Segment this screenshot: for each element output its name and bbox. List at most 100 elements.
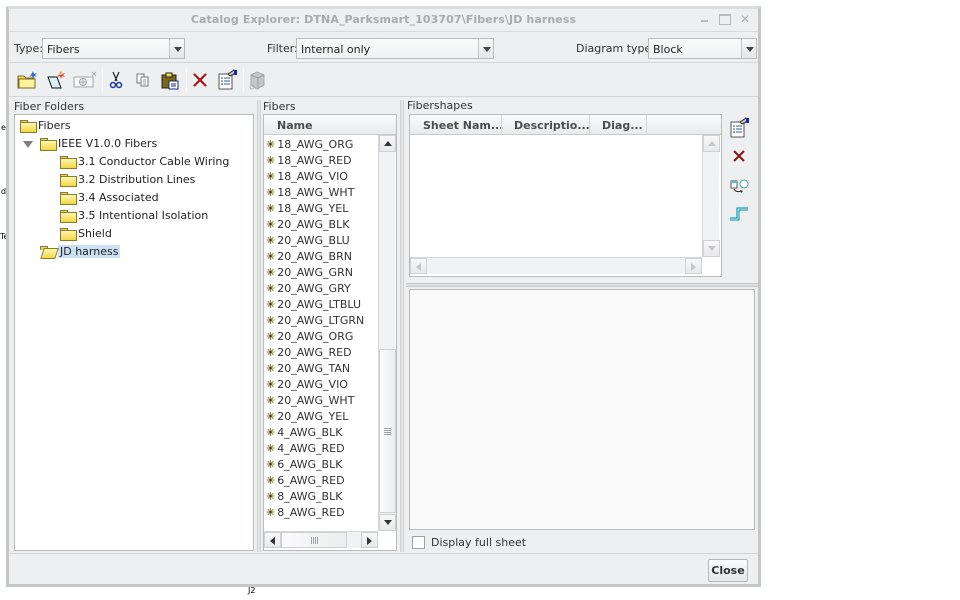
fiber-list-item[interactable]: 4_AWG_BLK xyxy=(266,424,342,440)
tree-item-jd-harness[interactable]: JD harness xyxy=(40,243,121,259)
fiber-star-icon xyxy=(266,154,275,167)
fiber-folders-title: Fiber Folders xyxy=(14,100,85,113)
fiber-list-item[interactable]: 20_AWG_TAN xyxy=(266,360,350,376)
fiber-list-item[interactable]: 20_AWG_BLK xyxy=(266,216,349,232)
tree-item-associated[interactable]: 3.4 Associated xyxy=(60,189,159,205)
window-title: Catalog Explorer: DTNA_Parksmart_103707\… xyxy=(190,13,577,26)
chevron-down-icon[interactable] xyxy=(741,39,756,58)
close-window-button[interactable]: ✕ xyxy=(738,12,752,26)
fibershape-replace-button[interactable] xyxy=(728,175,750,197)
scroll-right-button[interactable] xyxy=(361,532,378,548)
fiber-list-item[interactable]: 20_AWG_LTGRN xyxy=(266,312,364,328)
copy-button[interactable] xyxy=(132,69,154,91)
right-splitter[interactable] xyxy=(406,283,758,287)
open-folder-icon xyxy=(40,245,55,257)
chevron-down-icon[interactable] xyxy=(478,39,493,58)
vertical-scroll-thumb[interactable] xyxy=(379,349,396,513)
fiber-list-item[interactable]: 8_AWG_BLK xyxy=(266,488,342,504)
fiber-name: 20_AWG_LTGRN xyxy=(277,313,365,327)
fiber-list-item[interactable]: 20_AWG_LTBLU xyxy=(266,296,361,312)
fiber-list-item[interactable]: 20_AWG_YEL xyxy=(266,408,348,424)
fiber-list-item[interactable]: 20_AWG_RED xyxy=(266,344,351,360)
fiber-list-item[interactable]: 6_AWG_BLK xyxy=(266,456,342,472)
fiber-name: 20_AWG_WHT xyxy=(277,393,355,407)
paste-button[interactable] xyxy=(159,69,181,91)
chevron-down-icon[interactable] xyxy=(169,39,184,58)
fiber-name: 20_AWG_BRN xyxy=(277,249,352,263)
tree-item-fibers[interactable]: Fibers xyxy=(20,117,71,133)
fiber-star-icon xyxy=(266,186,275,199)
column-separator[interactable] xyxy=(589,115,590,135)
fibershapes-vertical-scrollbar[interactable] xyxy=(702,135,720,257)
new-fiber-button[interactable] xyxy=(45,69,67,91)
fiber-list-item[interactable]: 6_AWG_RED xyxy=(266,472,345,488)
fibershape-properties-button[interactable] xyxy=(728,117,750,139)
tree-item-shield[interactable]: Shield xyxy=(60,225,112,241)
fiber-list-item[interactable]: 18_AWG_ORG xyxy=(266,136,353,152)
column-separator[interactable] xyxy=(646,115,647,135)
properties-button[interactable] xyxy=(216,69,238,91)
display-full-sheet-checkbox[interactable] xyxy=(412,536,425,549)
new-fiber-icon xyxy=(47,71,65,89)
fiber-list-item[interactable]: 18_AWG_VIO xyxy=(266,168,348,184)
scroll-up-button[interactable] xyxy=(703,135,720,152)
fibershapes-table: Sheet Nam... Descriptio... Diag... xyxy=(409,114,722,277)
column-header-diagram[interactable]: Diag... xyxy=(602,119,643,132)
tree-item-ieee-fibers[interactable]: IEEE V1.0.0 Fibers xyxy=(40,135,157,151)
filter-select[interactable]: Internal only xyxy=(296,38,494,59)
scroll-down-button[interactable] xyxy=(379,514,396,531)
minimize-button[interactable] xyxy=(698,12,712,26)
type-select[interactable]: Fibers xyxy=(42,38,185,59)
fiber-list-item[interactable]: 8_AWG_RED xyxy=(266,504,344,520)
delete-button[interactable] xyxy=(189,69,211,91)
close-button[interactable]: Close xyxy=(708,559,748,582)
step-line-icon xyxy=(730,207,748,221)
fiber-list-item[interactable]: 20_AWG_ORG xyxy=(266,328,353,344)
diagram-type-select[interactable]: Block xyxy=(648,38,757,59)
fiber-list-item[interactable]: 20_AWG_BLU xyxy=(266,232,350,248)
horizontal-scroll-thumb[interactable] xyxy=(281,532,347,548)
fiber-list-item[interactable]: 4_AWG_RED xyxy=(266,440,344,456)
scroll-left-button[interactable] xyxy=(264,532,281,548)
fiber-list-item[interactable]: 20_AWG_GRN xyxy=(266,264,353,280)
new-fibershape-button[interactable] xyxy=(72,69,98,91)
new-folder-button[interactable] xyxy=(16,69,38,91)
fiber-name: 18_AWG_VIO xyxy=(277,169,348,183)
fiber-star-icon xyxy=(266,474,275,487)
fiber-list-item[interactable]: 18_AWG_YEL xyxy=(266,200,348,216)
scroll-down-button[interactable] xyxy=(703,240,720,257)
middle-splitter[interactable] xyxy=(400,100,404,552)
fiber-list-item[interactable]: 20_AWG_VIO xyxy=(266,376,348,392)
column-separator[interactable] xyxy=(501,115,502,135)
fibers-horizontal-scrollbar[interactable] xyxy=(264,531,378,548)
component-button[interactable] xyxy=(246,69,268,91)
scroll-left-button[interactable] xyxy=(410,258,427,274)
left-splitter[interactable] xyxy=(257,100,261,552)
tree-item-intentional-isolation[interactable]: 3.5 Intentional Isolation xyxy=(60,207,208,223)
cut-button[interactable] xyxy=(105,69,127,91)
fibershapes-horizontal-scrollbar[interactable] xyxy=(410,257,702,274)
fiber-list-item[interactable]: 20_AWG_GRY xyxy=(266,280,351,296)
fibershape-delete-button[interactable] xyxy=(728,145,750,167)
scroll-up-button[interactable] xyxy=(379,135,396,152)
tree-item-conductor-cable-wiring[interactable]: 3.1 Conductor Cable Wiring xyxy=(60,153,229,169)
fiber-star-icon xyxy=(266,362,275,375)
scroll-right-button[interactable] xyxy=(685,258,702,274)
column-header-description[interactable]: Descriptio... xyxy=(514,119,590,132)
column-header-sheet-name[interactable]: Sheet Nam... xyxy=(423,119,503,132)
expand-triangle-icon[interactable] xyxy=(23,141,33,148)
fiber-list-item[interactable]: 18_AWG_RED xyxy=(266,152,351,168)
fiber-list-item[interactable]: 20_AWG_BRN xyxy=(266,248,352,264)
maximize-button[interactable] xyxy=(718,12,732,26)
folder-icon xyxy=(60,191,77,205)
column-header-name[interactable]: Name xyxy=(277,119,313,132)
fiber-name: 6_AWG_RED xyxy=(277,473,345,487)
fiber-list-item[interactable]: 20_AWG_WHT xyxy=(266,392,354,408)
properties-icon xyxy=(730,117,749,138)
tree-item-distribution-lines[interactable]: 3.2 Distribution Lines xyxy=(60,171,195,187)
fiber-list-item[interactable]: 18_AWG_WHT xyxy=(266,184,354,200)
fibershape-step-button[interactable] xyxy=(728,201,750,223)
fibers-vertical-scrollbar[interactable] xyxy=(378,135,396,531)
fiber-name: 20_AWG_BLK xyxy=(277,217,350,231)
type-select-value: Fibers xyxy=(47,43,80,56)
